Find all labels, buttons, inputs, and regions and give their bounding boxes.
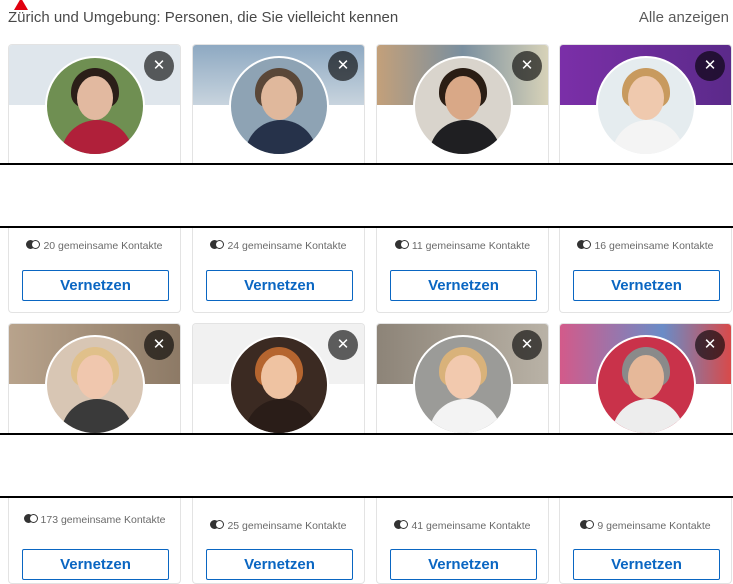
person-card-top[interactable]: ✕ bbox=[8, 323, 181, 434]
person-card-top[interactable]: ✕ bbox=[192, 323, 365, 434]
connections-icon bbox=[394, 240, 409, 250]
connect-button[interactable]: Vernetzen bbox=[573, 549, 720, 580]
connect-button[interactable]: Vernetzen bbox=[206, 549, 353, 580]
person-card-bottom: 41 gemeinsame Kontakte Vernetzen bbox=[376, 498, 549, 584]
avatar[interactable] bbox=[412, 56, 513, 156]
mutual-connections: 20 gemeinsame Kontakte bbox=[9, 238, 180, 255]
person-card-top[interactable]: ✕ bbox=[376, 323, 549, 434]
person-card-top[interactable]: ✕ bbox=[559, 44, 732, 164]
connections-icon bbox=[26, 240, 41, 250]
dismiss-close-icon[interactable]: ✕ bbox=[695, 51, 725, 81]
connections-icon bbox=[394, 520, 409, 530]
mutual-connections: 25 gemeinsame Kontakte bbox=[193, 518, 364, 535]
avatar[interactable] bbox=[228, 335, 329, 434]
avatar[interactable] bbox=[228, 56, 329, 156]
person-card-top[interactable]: ✕ bbox=[192, 44, 365, 164]
mutual-connections: 173 gemeinsame Kontakte bbox=[9, 512, 180, 529]
mutual-connections: 11 gemeinsame Kontakte bbox=[377, 238, 548, 255]
see-all-link[interactable]: Alle anzeigen bbox=[639, 9, 729, 26]
divider-line bbox=[0, 163, 733, 165]
dismiss-close-icon[interactable]: ✕ bbox=[328, 51, 358, 81]
person-card-bottom: 16 gemeinsame Kontakte Vernetzen bbox=[559, 228, 732, 313]
avatar[interactable] bbox=[44, 56, 145, 156]
person-card-bottom: 20 gemeinsame Kontakte Vernetzen bbox=[8, 228, 181, 313]
person-card-bottom: 24 gemeinsame Kontakte Vernetzen bbox=[192, 228, 365, 313]
mutual-connections: 16 gemeinsame Kontakte bbox=[560, 238, 731, 255]
person-card-top[interactable]: ✕ bbox=[8, 44, 181, 164]
avatar[interactable] bbox=[44, 335, 145, 434]
avatar[interactable] bbox=[595, 335, 696, 434]
person-card-bottom: 173 gemeinsame Kontakte Vernetzen bbox=[8, 498, 181, 584]
connections-icon bbox=[210, 240, 225, 250]
dismiss-close-icon[interactable]: ✕ bbox=[144, 330, 174, 360]
connect-button[interactable]: Vernetzen bbox=[206, 270, 353, 301]
mutual-connections: 9 gemeinsame Kontakte bbox=[560, 518, 731, 535]
connections-icon bbox=[210, 520, 225, 530]
dismiss-close-icon[interactable]: ✕ bbox=[512, 330, 542, 360]
mutual-connections: 41 gemeinsame Kontakte bbox=[377, 518, 548, 535]
dismiss-close-icon[interactable]: ✕ bbox=[695, 330, 725, 360]
person-card-top[interactable]: ✕ bbox=[376, 44, 549, 164]
divider-line bbox=[0, 433, 733, 435]
connections-icon bbox=[580, 520, 595, 530]
person-card-bottom: 11 gemeinsame Kontakte Vernetzen bbox=[376, 228, 549, 313]
avatar[interactable] bbox=[412, 335, 513, 434]
connections-icon bbox=[577, 240, 592, 250]
dismiss-close-icon[interactable]: ✕ bbox=[328, 330, 358, 360]
connect-button[interactable]: Vernetzen bbox=[390, 270, 537, 301]
connect-button[interactable]: Vernetzen bbox=[573, 270, 720, 301]
connect-button[interactable]: Vernetzen bbox=[22, 270, 169, 301]
connect-button[interactable]: Vernetzen bbox=[22, 549, 169, 580]
dismiss-close-icon[interactable]: ✕ bbox=[512, 51, 542, 81]
mutual-connections: 24 gemeinsame Kontakte bbox=[193, 238, 364, 255]
section-title: Zürich und Umgebung: Personen, die Sie v… bbox=[8, 9, 399, 26]
person-card-bottom: 9 gemeinsame Kontakte Vernetzen bbox=[559, 498, 732, 584]
avatar[interactable] bbox=[595, 56, 696, 156]
person-card-top[interactable]: ✕ bbox=[559, 323, 732, 434]
connect-button[interactable]: Vernetzen bbox=[390, 549, 537, 580]
dismiss-close-icon[interactable]: ✕ bbox=[144, 51, 174, 81]
connections-icon bbox=[23, 514, 38, 524]
person-card-bottom: 25 gemeinsame Kontakte Vernetzen bbox=[192, 498, 365, 584]
